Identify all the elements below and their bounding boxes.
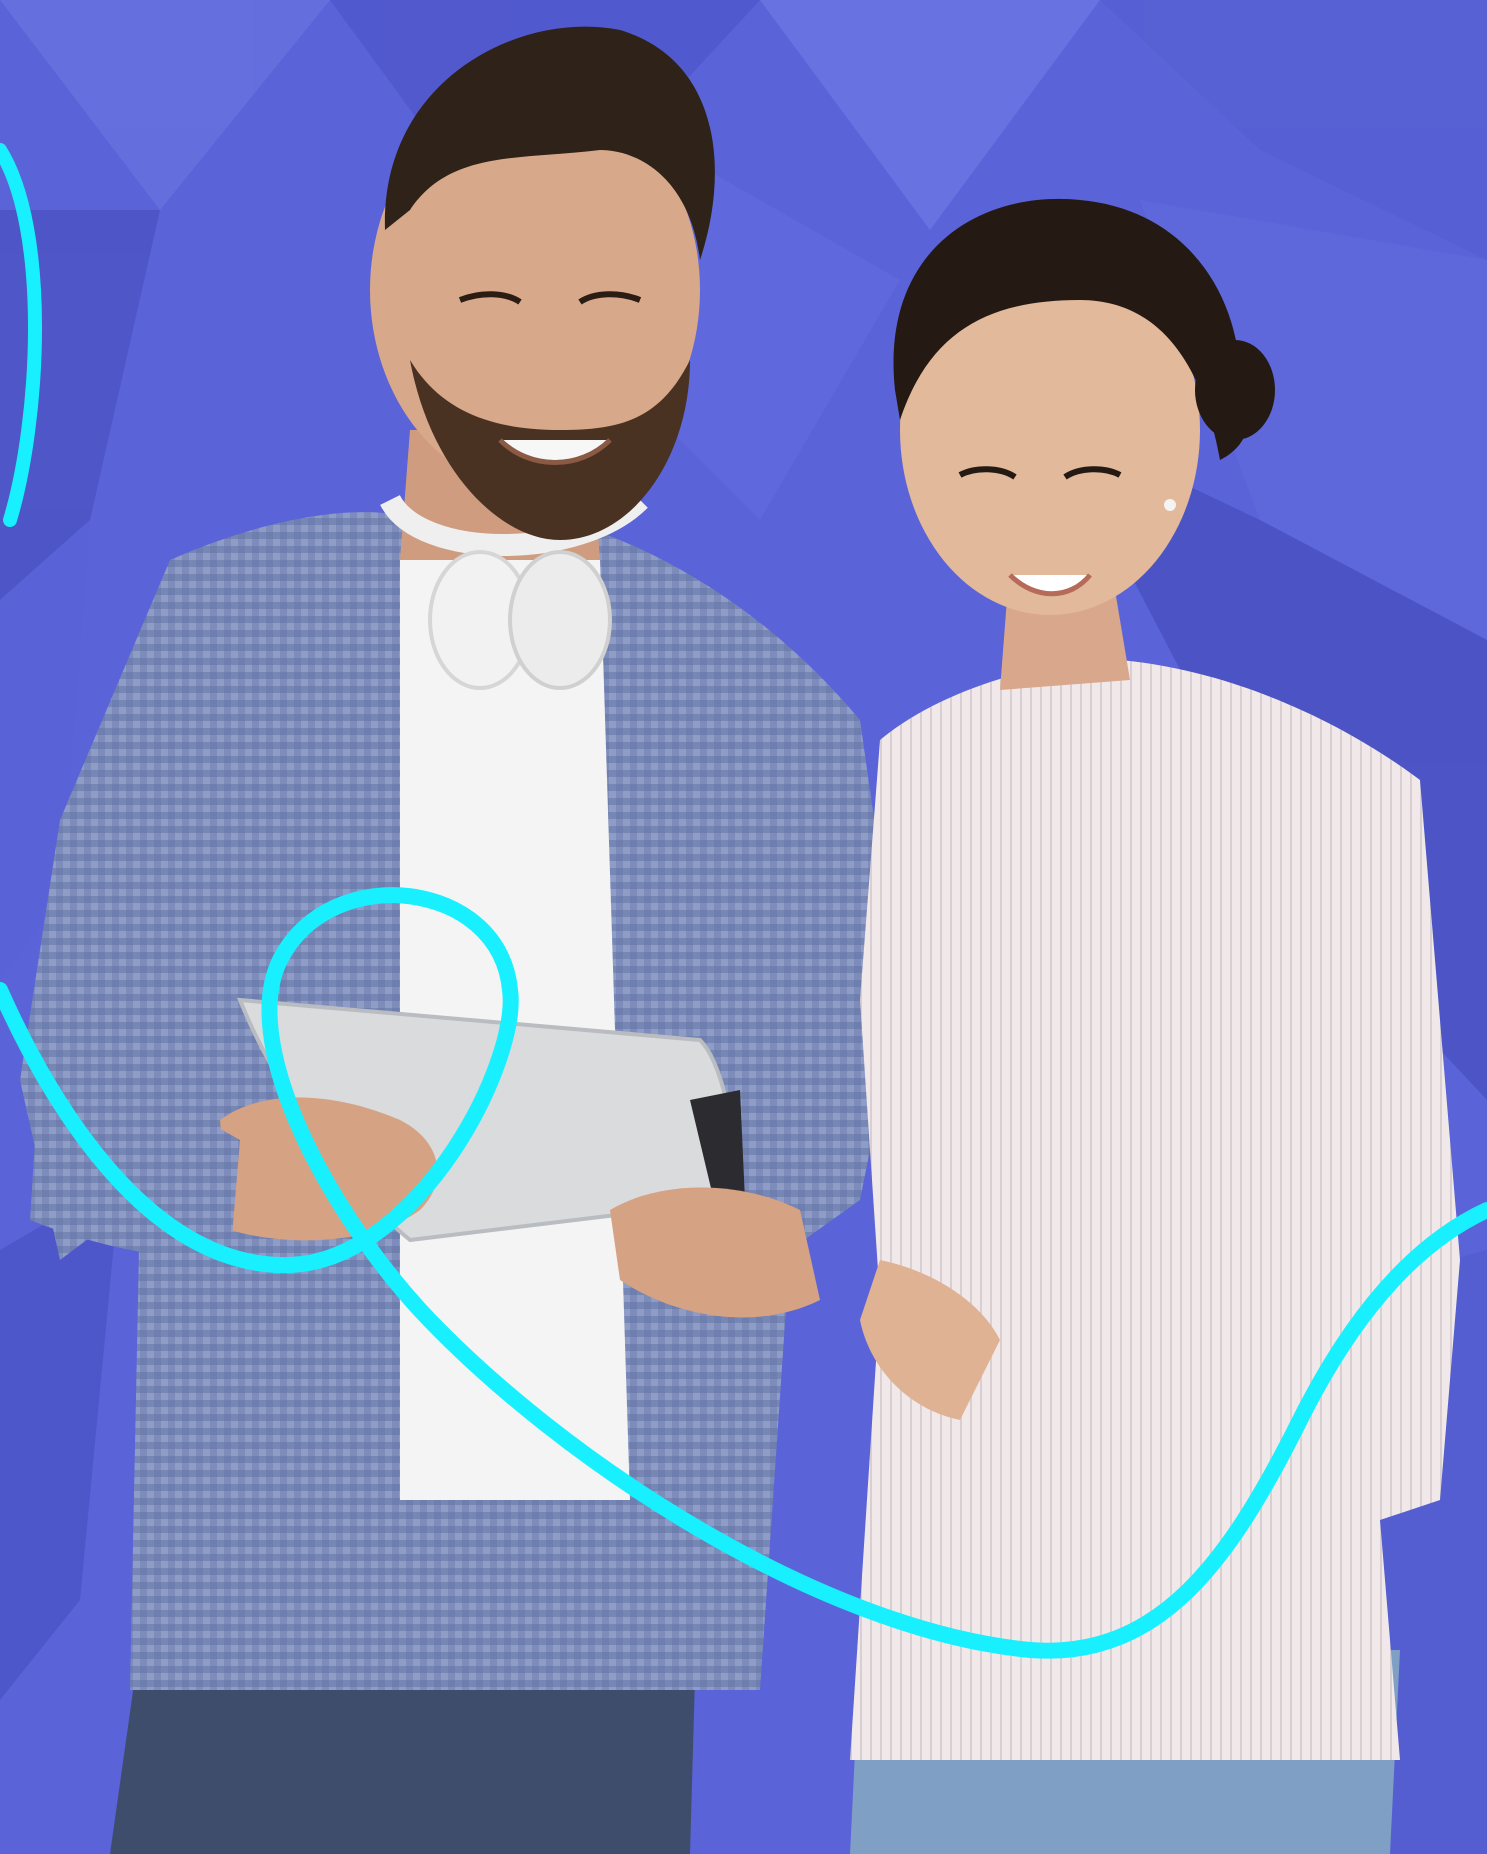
hero-photo: [0, 0, 1487, 1854]
photo-illustration: [0, 0, 1487, 1854]
woman-blouse: [850, 660, 1460, 1760]
